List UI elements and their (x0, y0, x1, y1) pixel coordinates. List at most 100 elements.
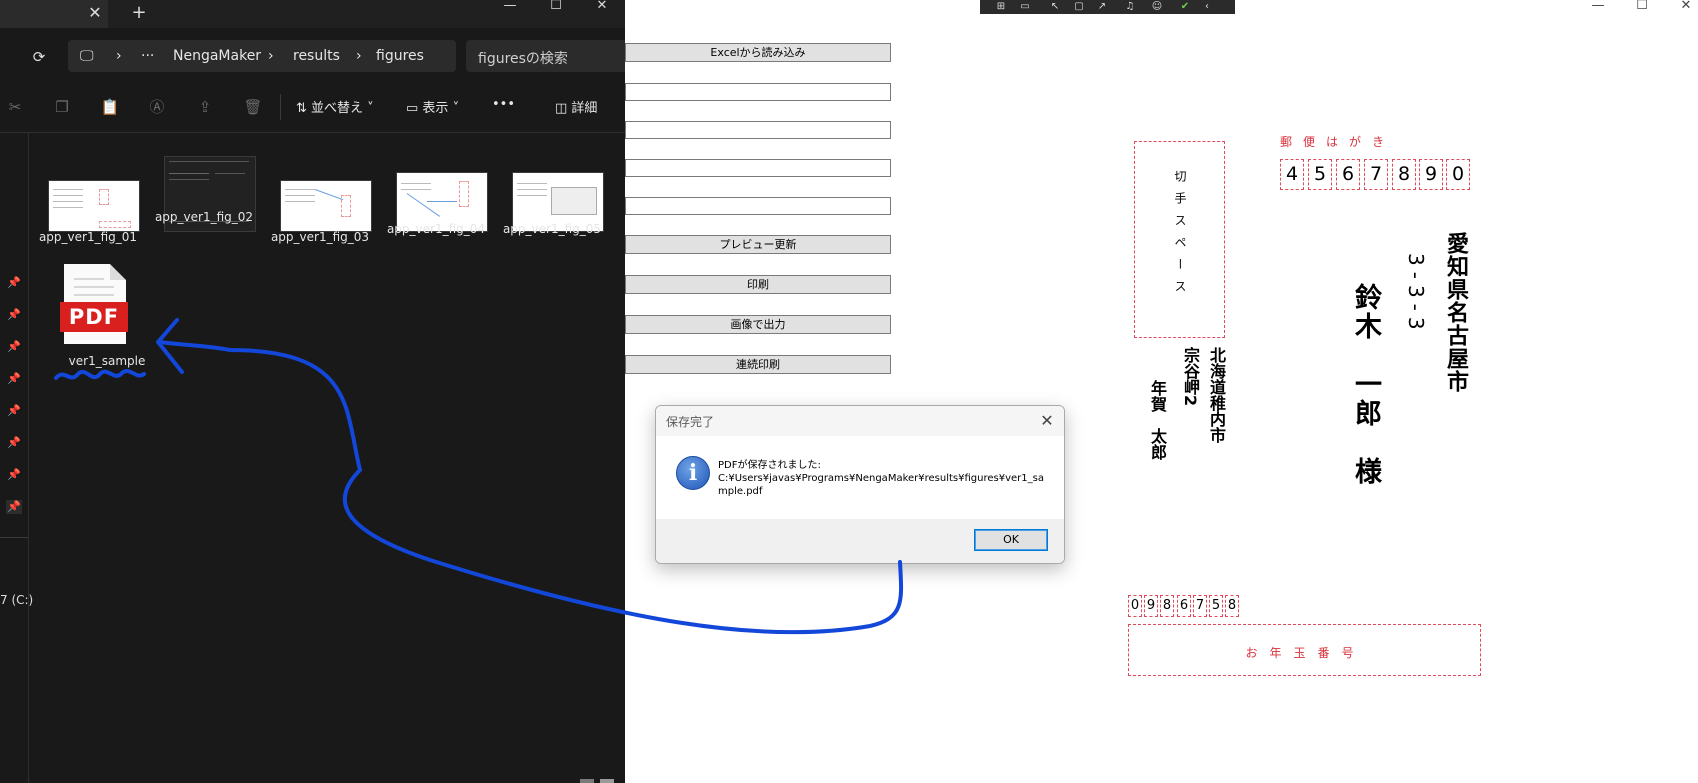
export-image-button[interactable]: 画像で出力 (625, 315, 891, 334)
zip-digit: 4 (1280, 159, 1304, 190)
file-item-fig-04[interactable]: app_ver1_fig_04 (386, 142, 488, 242)
dialog-message-line: PDFが保存されました: (718, 460, 821, 471)
pin-icon[interactable]: 📌 (6, 500, 22, 514)
sort-button[interactable]: ⇅ 並べ替え ˅ (296, 97, 374, 116)
sender-zip-digit: 7 (1193, 595, 1207, 617)
new-tab-icon[interactable]: + (128, 2, 150, 24)
close-window-icon[interactable]: ✕ (590, 0, 614, 14)
nav-divider (0, 537, 28, 538)
breadcrumb-results[interactable]: results (293, 48, 340, 64)
text-field[interactable] (625, 159, 891, 177)
info-icon: i (676, 456, 710, 490)
cut-icon[interactable]: ✂ (5, 97, 25, 117)
cursor-icon[interactable]: ↗ (1095, 1, 1109, 13)
file-item-fig-05[interactable]: app_ver1_fig_05 (502, 142, 604, 242)
text-field[interactable] (625, 83, 891, 101)
dialog-message-path: C:¥Users¥javas¥Programs¥NengaMaker¥resul… (718, 473, 1044, 497)
recipient-number: 3-3-3 (1404, 253, 1428, 336)
breadcrumb-nengamaker[interactable]: NengaMaker (173, 48, 261, 64)
share-icon[interactable]: ⇪ (195, 97, 215, 117)
pointer-icon[interactable]: ↖ (1048, 1, 1062, 13)
pin-icon[interactable]: 📌 (6, 468, 22, 482)
sender-zip-digit: 9 (1144, 595, 1158, 617)
breadcrumb-figures[interactable]: figures (376, 48, 424, 64)
delete-icon[interactable]: 🗑 (243, 97, 263, 117)
file-name: ver1_sample (68, 354, 146, 368)
zip-digit: 5 (1308, 159, 1332, 190)
stamp-space-label: 切手スペース (1173, 170, 1187, 302)
batch-print-button[interactable]: 連続印刷 (625, 355, 891, 374)
search-input[interactable]: figuresの検索 (466, 40, 625, 72)
drive-c-label[interactable]: 7 (C:) (0, 593, 33, 607)
close-icon[interactable]: ✕ (1036, 410, 1058, 432)
paste-icon[interactable]: 📋 (100, 97, 120, 117)
file-thumbnail (48, 180, 140, 232)
this-pc-icon[interactable]: 🖵 (80, 48, 94, 64)
rename-icon[interactable]: Ⓐ (147, 97, 167, 117)
sender-name: 年賀 太郎 (1148, 380, 1167, 460)
excel-import-button[interactable]: Excelから読み込み (625, 43, 891, 62)
sender-zip-digit: 5 (1209, 595, 1223, 617)
region-capture-icon[interactable]: ⊞ (994, 1, 1008, 13)
scrollbar-thumb[interactable] (600, 779, 614, 783)
audio-icon[interactable]: ♫ (1123, 1, 1137, 13)
maximize-icon[interactable]: ☐ (544, 0, 568, 14)
breadcrumb-separator-icon: › (356, 48, 362, 64)
ok-button[interactable]: OK (974, 529, 1048, 551)
minimize-icon[interactable]: — (1583, 0, 1613, 14)
video-capture-icon[interactable]: ▭ (1018, 1, 1032, 13)
zip-digit: 0 (1446, 159, 1470, 190)
view-button[interactable]: ▭ 表示 ˅ (406, 97, 459, 116)
navigation-pane: 📌 📌 📌 📌 📌 📌 📌 📌 7 (C:) (0, 133, 33, 783)
pin-icon[interactable]: 📌 (6, 276, 22, 290)
file-name: app_ver1_fig_05 (502, 222, 602, 236)
pin-icon[interactable]: 📌 (6, 372, 22, 386)
postal-card-title: 郵便はがき (1280, 135, 1396, 149)
file-name: app_ver1_fig_01 (38, 230, 138, 244)
details-button[interactable]: ◫ 詳細 (555, 97, 597, 116)
file-item-ver1-sample[interactable]: PDF ver1_sample (60, 264, 170, 374)
copy-icon[interactable]: ❐ (52, 97, 72, 117)
lottery-number-label: お年玉番号 (1245, 646, 1366, 660)
recipient-name: 鈴木 一郎 様 (1350, 283, 1381, 486)
file-item-fig-02[interactable]: app_ver1_fig_02 (154, 130, 256, 232)
pin-icon[interactable]: 📌 (6, 436, 22, 450)
sender-area: 宗谷岬2 (1181, 347, 1200, 407)
pin-icon[interactable]: 📌 (6, 308, 22, 322)
maximize-icon[interactable]: ☐ (1627, 0, 1657, 14)
pin-icon[interactable]: 📌 (6, 404, 22, 418)
refresh-icon[interactable]: ⟳ (28, 46, 50, 68)
print-button[interactable]: 印刷 (625, 275, 891, 294)
file-name: app_ver1_fig_04 (386, 222, 486, 236)
explorer-tab[interactable]: ✕ (0, 0, 108, 28)
breadcrumb[interactable]: 🖵 › ··· NengaMaker › results › figures (68, 40, 456, 72)
scrollbar-thumb[interactable] (580, 779, 594, 783)
zip-digit: 8 (1392, 159, 1416, 190)
dialog-message: PDFが保存されました: C:¥Users¥javas¥Programs¥Nen… (718, 459, 1048, 498)
breadcrumb-more[interactable]: ··· (141, 48, 154, 64)
collapse-icon[interactable]: ‹ (1200, 1, 1214, 13)
address-bar: ⟳ 🖵 › ··· NengaMaker › results › figures… (0, 37, 625, 75)
sender-address: 北海道稚内市 (1207, 347, 1226, 443)
close-window-icon[interactable]: ✕ (1671, 0, 1698, 14)
pin-icon[interactable]: 📌 (6, 340, 22, 354)
file-item-fig-01[interactable]: app_ver1_fig_01 (38, 150, 140, 250)
check-icon[interactable]: ✔ (1178, 1, 1192, 13)
lottery-number-box: お年玉番号 (1128, 624, 1481, 676)
preview-update-button[interactable]: プレビュー更新 (625, 235, 891, 254)
window-capture-icon[interactable]: ▢ (1072, 1, 1086, 13)
dialog-title: 保存完了 (666, 415, 715, 429)
text-field[interactable] (625, 121, 891, 139)
file-name: app_ver1_fig_02 (154, 210, 254, 224)
breadcrumb-separator-icon: › (116, 48, 122, 64)
view-label: 表示 (422, 101, 449, 116)
file-item-fig-03[interactable]: app_ver1_fig_03 (270, 150, 372, 250)
pdf-badge: PDF (60, 302, 128, 332)
more-options-button[interactable]: ••• (492, 97, 515, 112)
close-tab-icon[interactable]: ✕ (86, 4, 104, 22)
sender-zip-digit: 6 (1177, 595, 1191, 617)
zip-digit: 6 (1336, 159, 1360, 190)
text-field[interactable] (625, 197, 891, 215)
minimize-icon[interactable]: — (498, 0, 522, 14)
accessibility-icon[interactable]: ☺ (1150, 1, 1164, 13)
